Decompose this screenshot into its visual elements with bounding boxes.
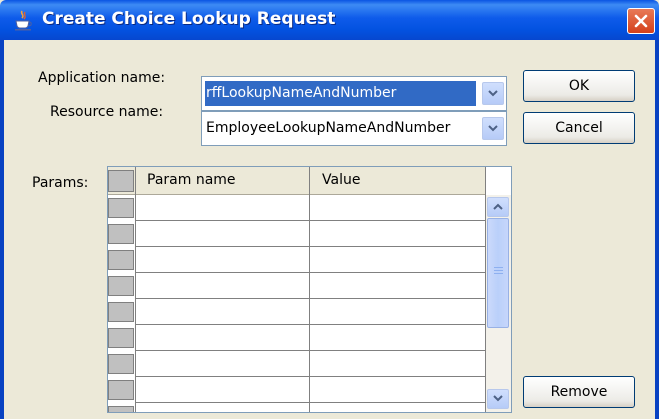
resource-dropdown-button[interactable] [482,117,504,140]
chevron-down-icon [488,125,498,132]
row-header[interactable] [108,380,134,400]
table-row[interactable] [135,298,486,299]
table-row[interactable] [135,246,486,247]
params-table[interactable]: Param name Value [107,166,512,413]
application-dropdown-button[interactable] [482,82,504,105]
corner-header[interactable] [108,170,134,192]
table-row[interactable] [135,220,486,221]
row-header[interactable] [108,302,134,322]
table-row[interactable] [135,376,486,377]
scroll-thumb[interactable] [487,218,509,328]
cancel-button[interactable]: Cancel [523,112,635,144]
application-name-combo[interactable]: rffLookupNameAndNumber [201,76,507,111]
params-label: Params: [32,175,89,191]
window-frame-left [0,40,4,419]
row-header[interactable] [108,354,134,374]
resource-name-combo[interactable]: EmployeeLookupNameAndNumber [201,111,507,146]
grip-line [494,273,503,274]
java-cup-icon [12,9,34,31]
resource-name-label: Resource name: [50,104,164,120]
row-header[interactable] [108,406,134,412]
application-name-label: Application name: [38,70,166,86]
row-header[interactable] [108,198,134,218]
remove-button[interactable]: Remove [523,376,635,408]
row-header[interactable] [108,224,134,244]
scroll-up-button[interactable] [487,197,509,217]
application-name-value: rffLookupNameAndNumber [205,81,476,106]
table-row[interactable] [135,350,486,351]
chevron-down-icon [488,90,498,97]
row-header[interactable] [108,250,134,270]
title-bar[interactable]: Create Choice Lookup Request [0,0,659,40]
window-title: Create Choice Lookup Request [42,9,336,29]
close-icon [634,14,648,28]
table-row[interactable] [135,402,486,403]
row-header[interactable] [108,328,134,348]
ok-button[interactable]: OK [523,70,635,102]
chevron-down-icon [493,395,503,402]
table-row[interactable] [135,272,486,273]
scroll-down-button[interactable] [487,389,509,409]
resource-name-value: EmployeeLookupNameAndNumber [206,120,451,136]
table-header: Param name Value [108,167,486,195]
vertical-scrollbar[interactable] [486,195,511,412]
column-header-value[interactable]: Value [322,172,360,188]
column-header-param-name[interactable]: Param name [147,172,236,188]
grip-line [494,270,503,271]
window-frame-right [655,40,659,419]
grip-line [494,267,503,268]
table-row[interactable] [135,324,486,325]
row-header[interactable] [108,276,134,296]
close-button[interactable] [627,8,655,34]
chevron-up-icon [493,203,503,210]
